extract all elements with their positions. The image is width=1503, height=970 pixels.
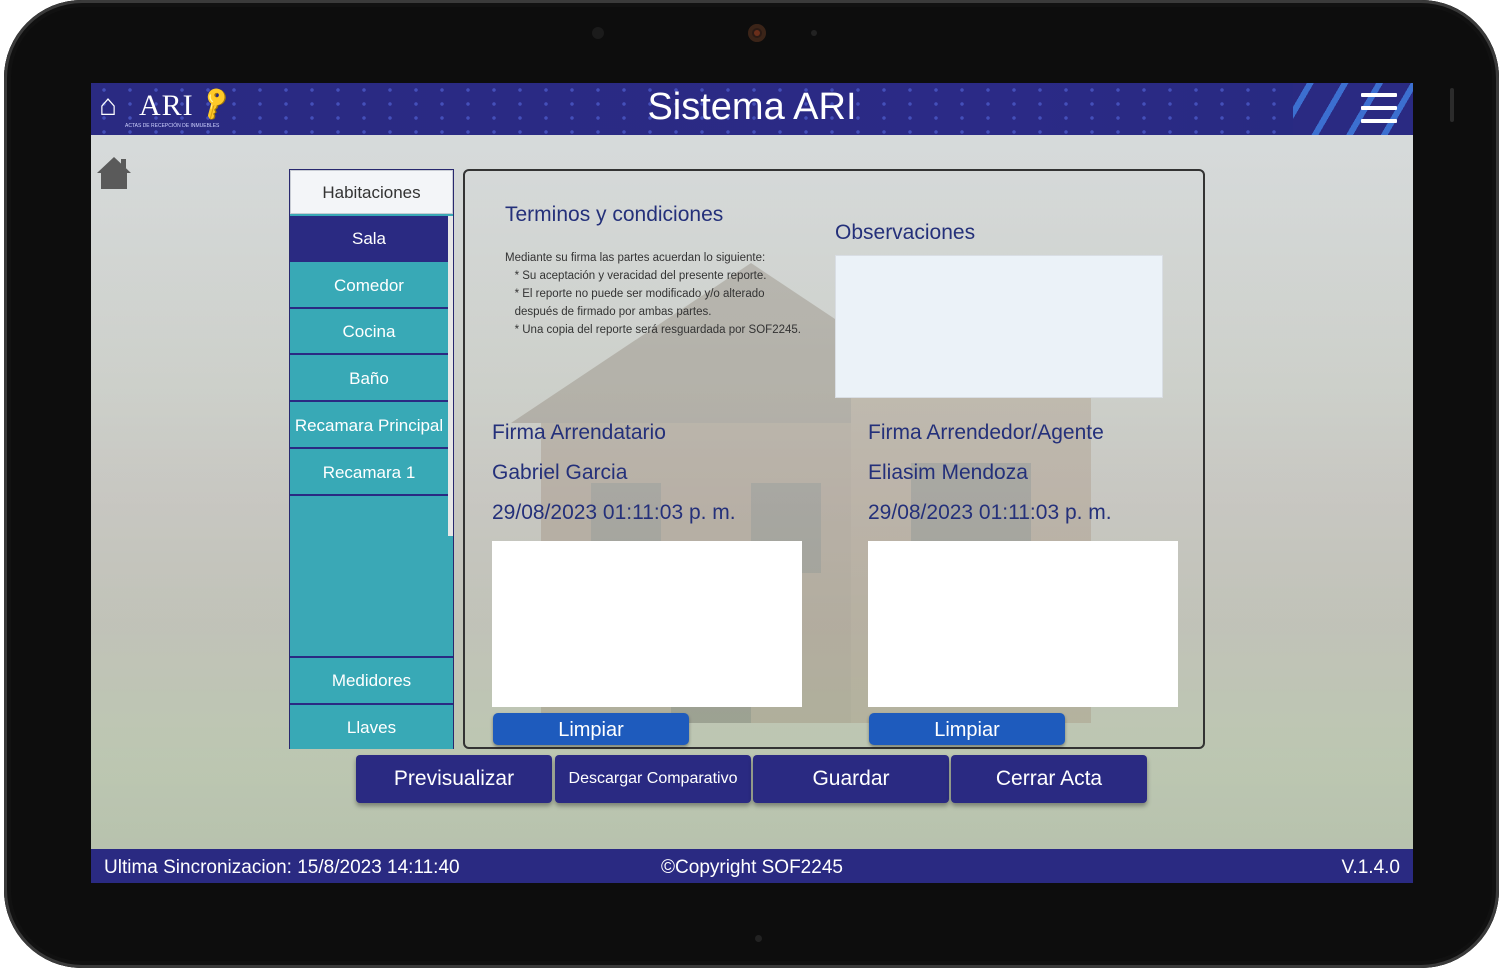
room-item-recamara-principal[interactable]: Recamara Principal: [290, 403, 448, 449]
terms-title: Terminos y condiciones: [505, 203, 724, 226]
copyright-text: ©Copyright SOF2245: [661, 857, 843, 878]
sensor-icon: [592, 27, 604, 39]
tenant-clear-button[interactable]: Limpiar: [493, 713, 689, 745]
room-item-medidores[interactable]: Medidores: [290, 656, 453, 702]
landlord-signature-date: 29/08/2023 01:11:03 p. m.: [868, 501, 1112, 524]
save-button[interactable]: Guardar: [753, 755, 949, 803]
version-text: V.1.4.0: [1341, 857, 1400, 878]
hamburger-menu-icon[interactable]: [1361, 93, 1399, 125]
tenant-signature-pad[interactable]: [492, 541, 802, 707]
observations-textarea[interactable]: [835, 255, 1163, 398]
room-item-recamara-1[interactable]: Recamara 1: [290, 450, 448, 496]
terms-text: Mediante su firma las partes acuerdan lo…: [505, 252, 801, 336]
landlord-name: Eliasim Mendoza: [868, 461, 1028, 484]
hardware-button: [1450, 88, 1454, 122]
tenant-signature-date: 29/08/2023 01:11:03 p. m.: [492, 501, 736, 524]
landlord-signature-title: Firma Arrendedor/Agente: [868, 421, 1104, 444]
close-record-button[interactable]: Cerrar Acta: [951, 755, 1147, 803]
light-sensor-icon: [811, 30, 817, 36]
room-item-llaves[interactable]: Llaves: [290, 703, 453, 749]
observations-title: Observaciones: [835, 221, 976, 244]
rooms-panel: Habitaciones Sala Comedor Cocina Baño Re…: [289, 169, 454, 749]
rooms-header: Habitaciones: [290, 170, 453, 214]
top-bar: ⌂ ARI 🔑 ACTAS DE RECEPCIÓN DE INMUEBLES …: [91, 83, 1413, 135]
home-icon[interactable]: [95, 155, 133, 193]
landlord-clear-button[interactable]: Limpiar: [869, 713, 1065, 745]
app-screen: ⌂ ARI 🔑 ACTAS DE RECEPCIÓN DE INMUEBLES …: [91, 83, 1413, 883]
download-comparison-button[interactable]: Descargar Comparativo: [555, 755, 751, 803]
room-item-cocina[interactable]: Cocina: [290, 309, 448, 355]
status-bar: Ultima Sincronizacion: 15/8/2023 14:11:4…: [91, 849, 1413, 883]
room-item-sala[interactable]: Sala: [290, 216, 448, 262]
camera-icon: [748, 24, 766, 42]
app-title: Sistema ARI: [647, 86, 857, 128]
rooms-scrollbar[interactable]: [448, 216, 453, 536]
preview-button[interactable]: Previsualizar: [356, 755, 552, 803]
tenant-name: Gabriel Garcia: [492, 461, 628, 484]
room-item-bano[interactable]: Baño: [290, 356, 448, 402]
home-indicator: [755, 935, 762, 942]
signature-panel: Terminos y condiciones Mediante su firma…: [463, 169, 1205, 749]
landlord-signature-pad[interactable]: [868, 541, 1178, 707]
room-item-comedor[interactable]: Comedor: [290, 263, 448, 309]
tenant-signature-title: Firma Arrendatario: [492, 421, 666, 444]
